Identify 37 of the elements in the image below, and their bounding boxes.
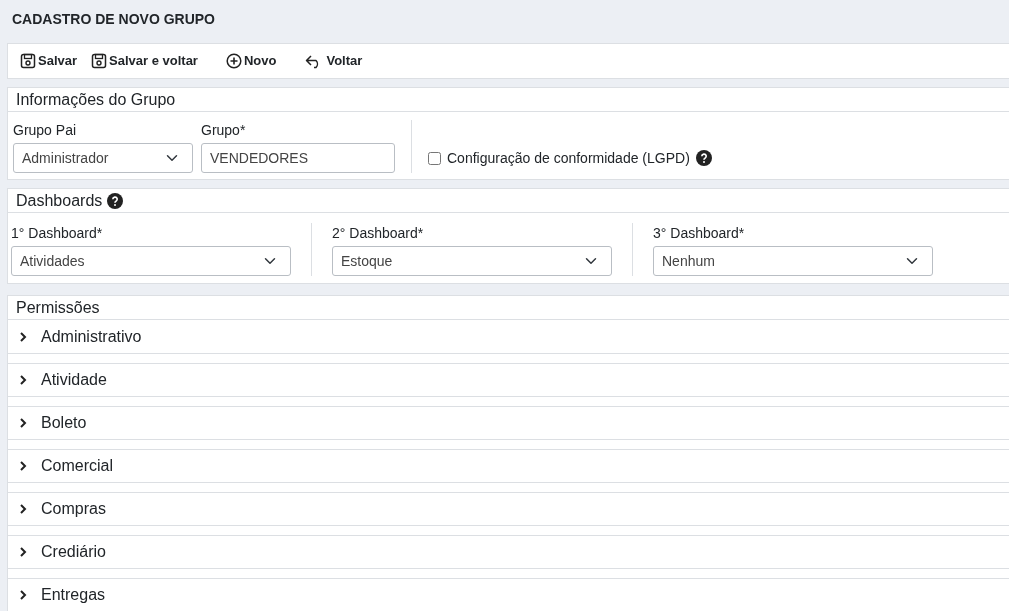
chevron-right-icon <box>17 460 29 472</box>
chevron-right-icon <box>17 374 29 386</box>
help-icon[interactable] <box>695 150 712 166</box>
accordion-item[interactable]: Compras <box>8 492 1009 526</box>
panel-header: Permissões <box>8 296 1009 320</box>
dropdown-field[interactable]: Nenhum <box>653 246 933 276</box>
chevron-right-icon <box>17 417 29 429</box>
checkbox-label: Configuração de conformidade (LGPD) <box>447 148 690 168</box>
page-title: CADASTRO DE NOVO GRUPO <box>11 10 216 29</box>
field-label: 3° Dashboard* <box>653 224 746 243</box>
toolbar-button[interactable]: Novo <box>221 51 281 71</box>
chevron-right-icon <box>17 330 29 343</box>
chevron-right-icon <box>17 546 29 558</box>
accordion-item[interactable]: Entregas <box>8 578 1009 611</box>
panel-header: Dashboards <box>16 191 103 211</box>
dropdown-field[interactable]: Atividades <box>11 246 291 276</box>
toolbar-button[interactable]: Voltar <box>300 51 367 71</box>
field-label: 2° Dashboard* <box>332 224 425 243</box>
accordion-item[interactable]: Boleto <box>8 406 1009 440</box>
accordion-item[interactable]: Administrativo <box>8 320 1009 354</box>
accordion-item[interactable]: Comercial <box>8 449 1009 483</box>
accordion-item[interactable]: Atividade <box>8 363 1009 397</box>
plus-circle-icon <box>225 53 242 69</box>
dropdown-field[interactable]: Administrador <box>13 143 193 173</box>
dropdown-field[interactable]: Estoque <box>332 246 612 276</box>
field-label: Grupo Pai <box>13 121 78 140</box>
chevron-right-icon <box>17 503 29 515</box>
accordion-item[interactable]: Crediário <box>8 535 1009 569</box>
panel-header: Informações do Grupo <box>8 88 1009 112</box>
field-label: 1° Dashboard* <box>11 224 104 243</box>
toolbar-button[interactable]: Salvar e voltar <box>87 51 202 71</box>
field-label: Grupo* <box>201 121 247 140</box>
checkbox[interactable] <box>428 151 441 165</box>
chevron-right-icon <box>17 589 29 601</box>
toolbar-button[interactable]: Salvar <box>16 51 82 71</box>
input-field[interactable]: VENDEDORES <box>201 143 395 173</box>
help-icon[interactable] <box>107 192 124 209</box>
